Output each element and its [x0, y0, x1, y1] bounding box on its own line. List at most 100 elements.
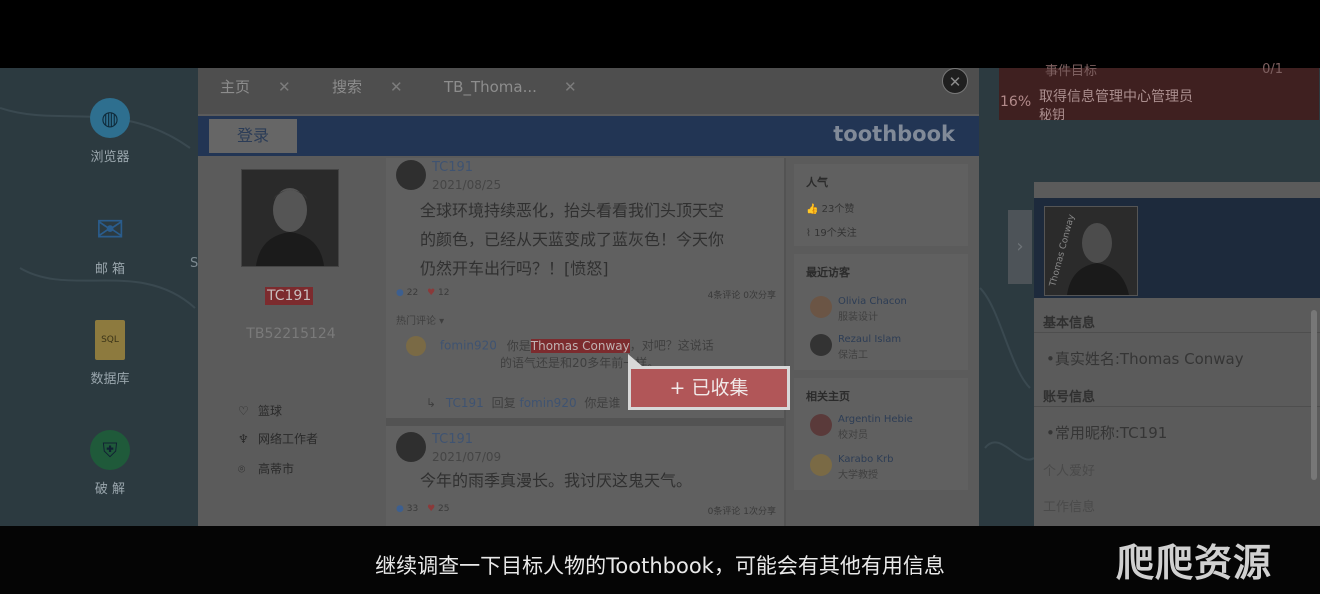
reply-user[interactable]: TC191: [446, 396, 484, 410]
desktop-crack-icon[interactable]: ⛨ 破 解: [70, 430, 150, 497]
visitor-avatar: [810, 334, 832, 356]
window-close-button[interactable]: ✕: [942, 68, 968, 94]
login-button[interactable]: 登录: [209, 119, 297, 153]
person-portrait: [256, 188, 324, 266]
profile-sidebar: TC191 TB52215124 ♡ 篮球 ♆ 网络工作者 ⌾ 高蒂市: [198, 158, 384, 526]
basic-info-title: 基本信息: [1043, 316, 1096, 331]
post-text: 全球环境持续恶化，抬头看看我们头顶天空 的颜色，已经从天蓝变成了蓝灰色！今天你 …: [420, 196, 770, 283]
post-avatar: [396, 160, 426, 190]
desktop-database-icon[interactable]: SQL 数据库: [70, 320, 150, 387]
heart-icon: ♡: [238, 404, 249, 418]
dossier-photo: Thomas Conway: [1044, 206, 1138, 296]
visitors-panel: 最近访客 Olivia Chacon 服装设计 Rezaul Islam 保洁工: [794, 254, 968, 370]
tab-profile[interactable]: TB_Thoma... ✕: [444, 72, 584, 108]
desktop-icon-label: 数据库: [90, 372, 130, 387]
tag-label: 网络工作者: [258, 432, 319, 446]
avatar: [241, 169, 339, 267]
post-author[interactable]: TC191: [432, 160, 473, 175]
tab-search[interactable]: 搜索 ✕: [332, 72, 432, 108]
shield-lock-icon: ⛨: [90, 430, 130, 470]
post-text-line: 仍然开车出行吗？！[愤怒]: [420, 259, 609, 278]
post-date: 2021/07/09: [432, 450, 502, 464]
chevron-right-icon[interactable]: ›: [1008, 210, 1032, 284]
collected-button[interactable]: + 已收集: [628, 366, 790, 410]
comment-item: fomin920 你是Thomas Conway，对吧？这说话: [406, 336, 714, 356]
post-text-line: 今年的雨季真漫长。我讨厌这鬼天气。: [420, 471, 693, 490]
commenter-avatar: [406, 336, 426, 356]
highlighted-name[interactable]: Thomas Conway: [530, 338, 630, 353]
related-role: 大学教授: [838, 470, 878, 481]
tab-home[interactable]: 主页 ✕: [220, 72, 320, 108]
popup-pointer: [628, 354, 642, 366]
comment-user[interactable]: fomin920: [440, 339, 497, 353]
desktop-icon-label: 浏览器: [90, 150, 130, 165]
task-count: 0/1: [1262, 62, 1283, 77]
close-icon[interactable]: ✕: [278, 72, 291, 102]
post-date: 2021/08/25: [432, 178, 502, 192]
desktop-icon-label: 破 解: [94, 482, 126, 497]
related-name: Argentin Hebie: [838, 414, 913, 425]
dossier-header: Thomas Conway: [1034, 198, 1320, 298]
follows-text: 19个关注: [814, 228, 857, 239]
task-progress: 16%: [1000, 94, 1032, 110]
desktop-browser-icon[interactable]: ◍ 浏览器: [70, 98, 150, 165]
hot-comments-toggle[interactable]: 热门评论 ▾: [396, 312, 444, 327]
tab-bar: 主页 ✕ 搜索 ✕ TB_Thoma... ✕ ✕: [198, 68, 979, 114]
scrollbar[interactable]: [1311, 310, 1317, 480]
divider: [1034, 332, 1320, 333]
info-sidebar: 人气 👍 23个赞 ⌇ 19个关注 最近访客 Olivia Chacon 服装设…: [794, 158, 968, 526]
collected-label: + 已收集: [631, 369, 787, 407]
like-count: 33: [406, 504, 419, 514]
popularity-title: 人气: [806, 176, 828, 189]
reply-item: ↳ TC191 回复 fomin920 你是谁: [426, 394, 620, 411]
visitor-name: Rezaul Islam: [838, 334, 902, 345]
reply-arrow-icon: ↳: [426, 396, 437, 410]
like-icon[interactable]: ●: [396, 288, 404, 298]
tab-label: 主页: [220, 78, 251, 96]
related-panel: 相关主页 Argentin Hebie 校对员 Karabo Krb 大学教授: [794, 378, 968, 490]
thumb-icon: 👍: [806, 204, 822, 215]
heart-icon[interactable]: ♥: [427, 288, 435, 298]
like-icon[interactable]: ●: [396, 504, 404, 514]
close-icon[interactable]: ✕: [390, 72, 403, 102]
tab-label: TB_Thoma...: [444, 78, 537, 96]
post-stats: 0条评论 1次分享: [707, 507, 776, 517]
related-avatar: [810, 414, 832, 436]
reply-verb: 回复: [491, 396, 516, 410]
tag-location: ⌾ 高蒂市: [238, 460, 294, 477]
browser-window: 主页 ✕ 搜索 ✕ TB_Thoma... ✕ ✕ 登录 toothbook T…: [198, 68, 979, 526]
post-author[interactable]: TC191: [432, 432, 473, 447]
tag-label: 篮球: [258, 404, 283, 418]
divider: [1034, 406, 1320, 407]
task-line-1: 取得信息管理中心管理员: [1039, 89, 1193, 105]
tab-label: 搜索: [332, 78, 363, 96]
post-text-line: 全球环境持续恶化，抬头看看我们头顶天空: [420, 201, 725, 220]
post-meta: ● 33 ♥ 25 0条评论 1次分享: [396, 504, 776, 517]
desktop-mail-icon[interactable]: ✉ 邮 箱: [70, 210, 150, 277]
visitors-title: 最近访客: [806, 266, 850, 279]
close-icon[interactable]: ✕: [564, 72, 577, 102]
heart-count: 12: [438, 288, 450, 298]
task-objective: 事件目标 0/1 16% 取得信息管理中心管理员 秘钥: [999, 62, 1319, 123]
visitor-avatar: [810, 296, 832, 318]
related-title: 相关主页: [806, 390, 850, 403]
visitor-role: 保洁工: [838, 350, 868, 361]
location-icon: ⌾: [238, 462, 246, 476]
post-meta: ● 22 ♥ 12 4条评论 0次分享: [396, 288, 776, 301]
visitor-name: Olivia Chacon: [838, 296, 907, 307]
rss-icon: ⌇: [806, 228, 815, 239]
likes-total: 👍 23个赞: [806, 200, 854, 215]
real-name: •真实姓名:Thomas Conway: [1046, 350, 1244, 368]
heart-icon[interactable]: ♥: [427, 504, 435, 514]
nickname: •常用昵称:TC191: [1046, 424, 1168, 442]
related-role: 校对员: [838, 430, 868, 441]
tag-job: ♆ 网络工作者: [238, 430, 318, 447]
work-info-title: 工作信息: [1043, 500, 1096, 515]
like-count: 22: [406, 288, 419, 298]
mail-icon: ✉: [95, 210, 125, 250]
post-stats: 4条评论 0次分享: [707, 291, 776, 301]
post-text: 今年的雨季真漫长。我讨厌这鬼天气。: [420, 466, 770, 495]
tag-hobby: ♡ 篮球: [238, 402, 282, 419]
reply-target[interactable]: fomin920: [519, 396, 576, 410]
related-name: Karabo Krb: [838, 454, 894, 465]
